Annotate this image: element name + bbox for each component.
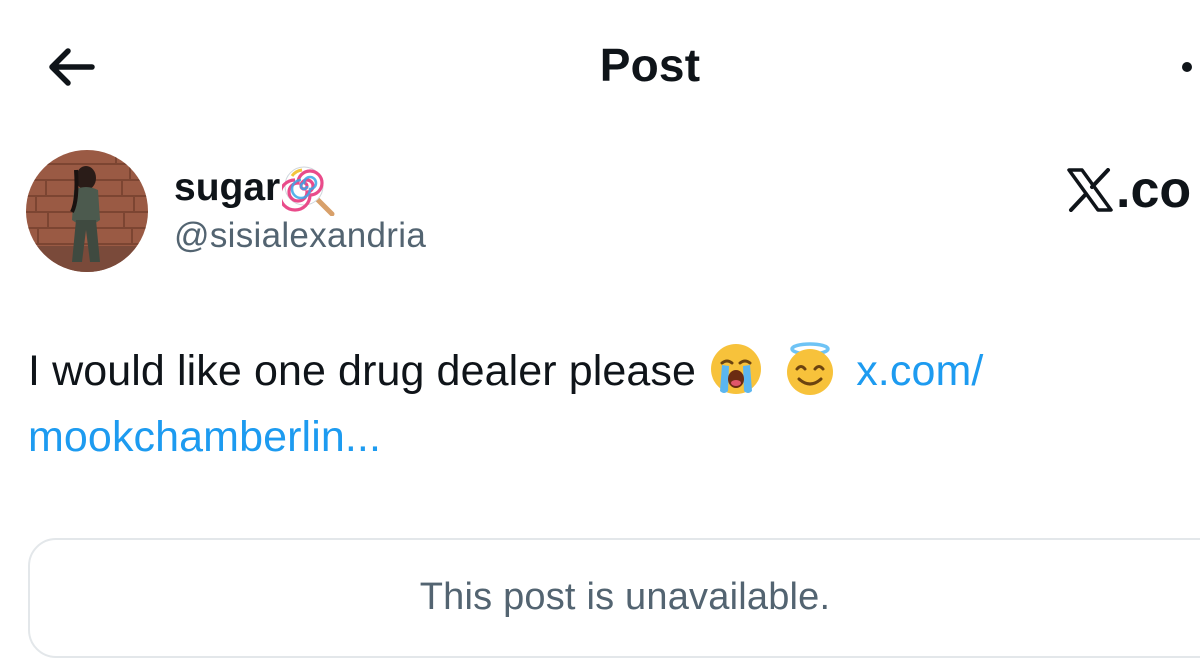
more-button[interactable] bbox=[1172, 46, 1200, 86]
author-name-row[interactable]: sugar bbox=[174, 160, 336, 216]
avatar[interactable] bbox=[26, 150, 148, 272]
page-title: Post bbox=[599, 39, 701, 91]
watermark-text: .co bbox=[1116, 161, 1192, 219]
author-display-name: sugar bbox=[174, 166, 281, 209]
post-link-part2: mookchamberlin... bbox=[28, 413, 382, 461]
loudly-crying-face-icon bbox=[711, 344, 762, 394]
author-handle[interactable]: @sisialexandria bbox=[174, 214, 426, 258]
post-link-part1: x.com/ bbox=[856, 347, 984, 395]
post-text: I would like one drug dealer please bbox=[28, 347, 697, 395]
x-logo-icon bbox=[1067, 168, 1113, 212]
smiling-face-with-halo-icon bbox=[787, 342, 834, 395]
quoted-post-unavailable-text: This post is unavailable. bbox=[419, 576, 831, 618]
more-dots-icon bbox=[1182, 62, 1192, 72]
post-page: Post sugar @sisialexandria .co I would l… bbox=[0, 0, 1200, 666]
avatar-photo bbox=[26, 150, 148, 272]
lollipop-icon bbox=[282, 166, 335, 216]
post-body: I would like one drug dealer please x.co… bbox=[28, 338, 1188, 470]
x-watermark: .co bbox=[1066, 158, 1191, 222]
